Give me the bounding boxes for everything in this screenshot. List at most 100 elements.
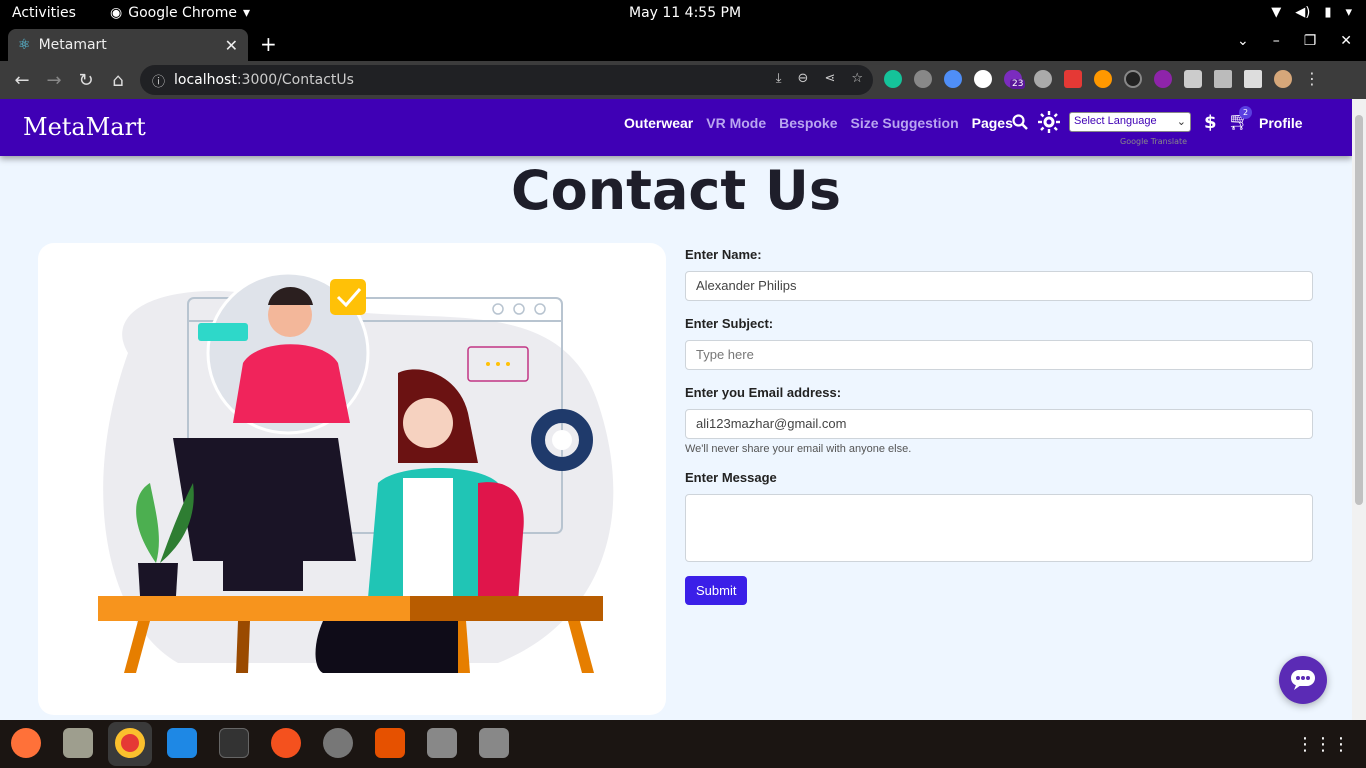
submit-button[interactable]: Submit — [685, 576, 748, 605]
nav-item-size-suggestion[interactable]: Size Suggestion — [851, 115, 959, 131]
contact-illustration — [38, 243, 666, 715]
nav-item-vr-mode[interactable]: VR Mode — [706, 115, 766, 131]
window-controls: ⌄ – ❐ ✕ — [1237, 33, 1352, 49]
chrome-icon[interactable] — [115, 728, 145, 758]
close-icon[interactable]: ✕ — [225, 36, 238, 55]
google-translate-credit[interactable]: Google Translate — [1120, 137, 1187, 146]
install-icon[interactable]: ⤓ — [776, 71, 782, 86]
system-top-bar: Activities ◉ Google Chrome ▾ May 11 4:55… — [0, 0, 1366, 27]
extension-badge-icon[interactable]: 23 — [1004, 70, 1026, 89]
volume-icon: ◀) — [1295, 5, 1311, 20]
main-menu: Outerwear VR Mode Bespoke Size Suggestio… — [624, 115, 1013, 131]
profile-link[interactable]: Profile — [1259, 115, 1303, 131]
side-panel-icon[interactable] — [1244, 70, 1262, 88]
chevron-down-icon: ▾ — [242, 5, 250, 21]
extensions-bar: 23 ⋮ — [884, 70, 1320, 89]
nav-item-bespoke[interactable]: Bespoke — [779, 115, 837, 131]
contact-form: Enter Name: Alexander Philips Enter Subj… — [685, 243, 1313, 605]
avatar[interactable] — [1274, 70, 1292, 88]
terminal-icon[interactable] — [219, 728, 249, 758]
puzzle-icon[interactable] — [1184, 70, 1202, 88]
chat-widget-button[interactable] — [1279, 656, 1327, 704]
close-window-button[interactable]: ✕ — [1340, 33, 1352, 49]
activities-button[interactable]: Activities — [12, 5, 76, 21]
brand-logo[interactable]: MetaMart — [23, 113, 146, 141]
disk-icon[interactable] — [427, 728, 457, 758]
message-textarea[interactable] — [685, 494, 1313, 562]
browser-tab[interactable]: ⚛ Metamart ✕ — [8, 29, 248, 61]
zoom-icon[interactable]: ⊖ — [798, 71, 809, 86]
url-host: localhost — [174, 72, 237, 88]
settings-icon[interactable] — [323, 728, 353, 758]
grammarly-icon[interactable] — [884, 70, 902, 88]
disk-icon[interactable] — [479, 728, 509, 758]
url-path: :3000/ContactUs — [236, 72, 354, 88]
firefox-icon[interactable] — [11, 728, 41, 758]
info-icon[interactable]: ⓘ — [152, 71, 165, 90]
navbar-icons — [1012, 111, 1060, 133]
tab-strip: ⚛ Metamart ✕ + ⌄ – ❐ ✕ — [0, 27, 1366, 61]
site-navbar: MetaMart Outerwear VR Mode Bespoke Size … — [0, 99, 1352, 156]
cart-badge: 2 — [1239, 106, 1252, 119]
gear-extension-icon[interactable] — [1154, 70, 1172, 88]
subject-input[interactable]: Type here — [685, 340, 1313, 370]
extension-icon[interactable] — [944, 70, 962, 88]
page-scrollbar[interactable] — [1352, 99, 1366, 720]
web-page: MetaMart Outerwear VR Mode Bespoke Size … — [0, 99, 1352, 720]
theme-toggle-sun-icon[interactable] — [1038, 111, 1060, 133]
vscode-icon[interactable] — [167, 728, 197, 758]
email-field[interactable]: ali123mazhar@gmail.com — [685, 409, 1313, 439]
extension-icon[interactable] — [1124, 70, 1142, 88]
nav-item-outerwear[interactable]: Outerwear — [624, 115, 693, 131]
files-icon[interactable] — [63, 728, 93, 758]
subject-label: Enter Subject: — [685, 316, 774, 331]
back-icon[interactable]: ← — [6, 70, 38, 91]
maximize-button[interactable]: ❐ — [1304, 33, 1317, 49]
wordtune-icon[interactable] — [974, 70, 992, 88]
message-label: Enter Message — [685, 470, 777, 485]
currency-button[interactable]: $ — [1204, 112, 1217, 133]
forward-icon[interactable]: → — [38, 70, 70, 91]
home-icon[interactable]: ⌂ — [102, 70, 134, 91]
reload-icon[interactable]: ↻ — [70, 70, 102, 91]
page-title: Contact Us — [510, 159, 842, 222]
chrome-icon: ◉ — [110, 5, 123, 21]
email-label: Enter you Email address: — [685, 385, 842, 400]
chevron-down-icon: ▾ — [1345, 5, 1352, 20]
tab-title: Metamart — [38, 37, 107, 53]
language-select[interactable]: Select Language ⌄ — [1069, 112, 1191, 132]
nav-item-pages[interactable]: Pages — [972, 115, 1013, 131]
new-tab-button[interactable]: + — [260, 32, 277, 56]
extension-icon[interactable] — [1064, 70, 1082, 88]
pen-icon[interactable] — [1034, 70, 1052, 88]
chevron-down-icon: ⌄ — [1176, 116, 1186, 128]
chat-bubble-icon — [1291, 670, 1315, 690]
clock[interactable]: May 11 4:55 PM — [629, 5, 741, 21]
address-bar[interactable]: ⓘ localhost:3000/ContactUs ⤓ ⊖ ⋖ ☆ — [140, 65, 873, 95]
react-icon: ⚛ — [18, 37, 31, 53]
share-icon[interactable]: ⋖ — [824, 71, 835, 86]
email-help-text: We'll never share your email with anyone… — [685, 443, 912, 455]
extension-badge: 23 — [1010, 79, 1026, 89]
kebab-menu-icon[interactable]: ⋮ — [1304, 70, 1320, 88]
language-select-value: Select Language — [1074, 115, 1157, 127]
search-icon[interactable] — [1012, 114, 1028, 130]
extension-icon[interactable] — [1094, 70, 1112, 88]
bookmark-star-icon[interactable]: ☆ — [851, 71, 863, 86]
system-tray[interactable]: ▼ ◀) ▮ ▾ — [1271, 5, 1352, 20]
dock: ⋮⋮⋮ — [0, 720, 1366, 768]
camera-icon[interactable] — [914, 70, 932, 88]
app-menu[interactable]: ◉ Google Chrome ▾ — [110, 5, 250, 21]
minimize-button[interactable]: – — [1273, 33, 1280, 49]
media-icon[interactable] — [1214, 70, 1232, 88]
show-apps-icon[interactable]: ⋮⋮⋮ — [1296, 734, 1350, 755]
name-input[interactable]: Alexander Philips — [685, 271, 1313, 301]
battery-icon: ▮ — [1324, 5, 1332, 20]
app-menu-label: Google Chrome — [128, 5, 237, 21]
tab-search-icon[interactable]: ⌄ — [1237, 33, 1249, 49]
impress-icon[interactable] — [375, 728, 405, 758]
scrollbar-thumb[interactable] — [1355, 115, 1363, 505]
omnibox-actions: ⤓ ⊖ ⋖ ☆ — [776, 71, 863, 86]
name-label: Enter Name: — [685, 247, 762, 262]
postman-icon[interactable] — [271, 728, 301, 758]
